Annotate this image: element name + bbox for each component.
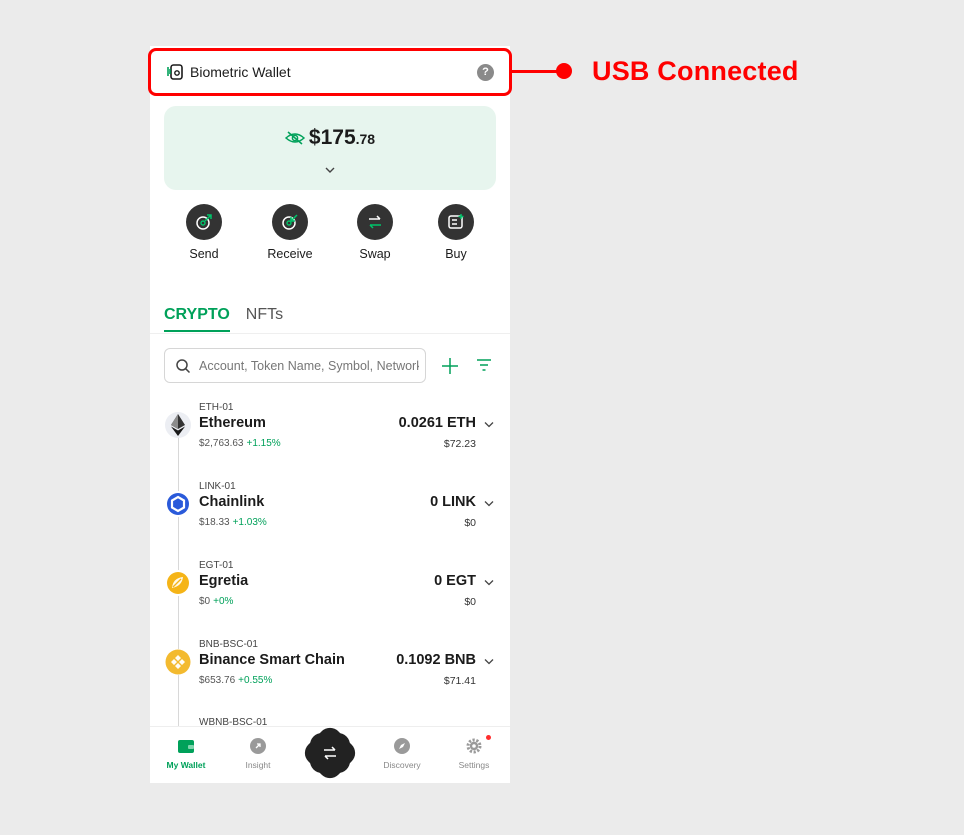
token-account: BNB-BSC-01 [199,639,258,650]
swap-arrows-icon [324,746,336,760]
swap-label: Swap [359,247,391,261]
balance-main: $175 [308,126,356,149]
swap-icon [357,204,393,240]
bnb-logo [165,649,191,675]
send-button[interactable]: Send [169,204,239,261]
price-change: +0% [213,596,234,607]
tab-divider [150,333,510,334]
bottom-nav: My Wallet Insight Discovery Settings [150,722,510,783]
buy-button[interactable]: Buy [421,204,491,261]
nav-label: Discovery [383,760,421,770]
nav-my-wallet[interactable]: My Wallet [156,737,216,770]
gear-icon [466,738,482,754]
egretia-logo [165,570,191,596]
price-change: +1.15% [246,438,281,449]
usb-connected-label: USB Connected [592,56,799,86]
token-price: $2,763.63 +1.15% [199,438,281,449]
tab-crypto[interactable]: CRYPTO [164,306,230,332]
add-token-icon[interactable] [440,356,460,376]
chevron-down-icon[interactable] [484,658,494,665]
notification-dot [486,735,491,740]
price-change: +0.55% [238,675,273,686]
chevron-down-icon[interactable] [484,500,494,507]
token-row-ethereum[interactable]: ETH-01 Ethereum $2,763.63 +1.15% 0.0261 E… [150,402,510,472]
token-amount: 0 EGT [434,573,476,589]
nav-insight[interactable]: Insight [228,737,288,770]
balance-row: $175 .78 [164,126,496,150]
token-account: ETH-01 [199,402,234,413]
receive-button[interactable]: Receive [255,204,325,261]
token-price: $653.76 +0.55% [199,675,272,686]
nav-settings[interactable]: Settings [444,735,504,770]
search-box[interactable] [164,348,426,383]
token-price: $0 +0% [199,596,233,607]
token-amount: 0.1092 BNB [396,652,476,668]
asset-tabs: CRYPTO NFTs [164,306,299,332]
send-icon [186,204,222,240]
token-name: Ethereum [199,415,266,431]
chainlink-logo [165,491,191,517]
wallet-app: Biometric Wallet ? $175 .78 Send Receive… [150,46,510,783]
annotation-dot [556,63,572,79]
compass-icon [394,738,410,754]
insight-icon [250,738,266,754]
balance-cents: .78 [355,131,376,147]
nav-label: Insight [245,760,271,770]
token-row-bnb[interactable]: BNB-BSC-01 Binance Smart Chain $653.76 +0… [150,639,510,709]
price-value: $2,763.63 [199,438,244,449]
tab-nfts[interactable]: NFTs [246,306,283,332]
token-name: Chainlink [199,494,265,510]
swap-button[interactable]: Swap [340,204,410,261]
chevron-down-icon[interactable] [324,166,336,174]
price-value: $18.33 [199,517,230,528]
price-value: $0 [199,596,211,607]
token-usd: $72.23 [443,438,476,450]
price-value: $653.76 [199,675,236,686]
hide-balance-icon[interactable] [284,131,305,145]
token-row-chainlink[interactable]: LINK-01 Chainlink $18.33 +1.03% 0 LINK $0 [150,481,510,551]
token-usd: $0 [464,596,476,608]
send-label: Send [189,247,219,261]
chevron-down-icon[interactable] [484,579,494,586]
buy-label: Buy [445,247,467,261]
receive-label: Receive [267,247,313,261]
filter-icon[interactable] [476,357,492,373]
ethereum-logo [165,412,191,438]
token-amount: 0 LINK [430,494,476,510]
token-name: Binance Smart Chain [199,652,345,668]
token-amount: 0.0261 ETH [398,415,476,431]
wallet-icon [178,740,194,753]
buy-icon [438,204,474,240]
token-account: LINK-01 [199,481,236,492]
token-row-egretia[interactable]: EGT-01 Egretia $0 +0% 0 EGT $0 [150,560,510,630]
token-usd: $71.41 [443,675,476,687]
usb-highlight-box [148,48,512,96]
nav-label: Settings [458,760,490,770]
search-input[interactable] [199,358,419,373]
nav-discovery[interactable]: Discovery [372,737,432,770]
token-price: $18.33 +1.03% [199,517,267,528]
token-usd: $0 [464,517,476,529]
price-change: +1.03% [232,517,267,528]
nav-label: My Wallet [166,760,206,770]
receive-icon [272,204,308,240]
search-icon [176,358,191,373]
token-name: Egretia [199,573,249,589]
swap-center-button[interactable] [310,733,350,773]
balance-card[interactable]: $175 .78 [164,106,496,190]
chevron-down-icon[interactable] [484,421,494,428]
token-account: EGT-01 [199,560,234,571]
